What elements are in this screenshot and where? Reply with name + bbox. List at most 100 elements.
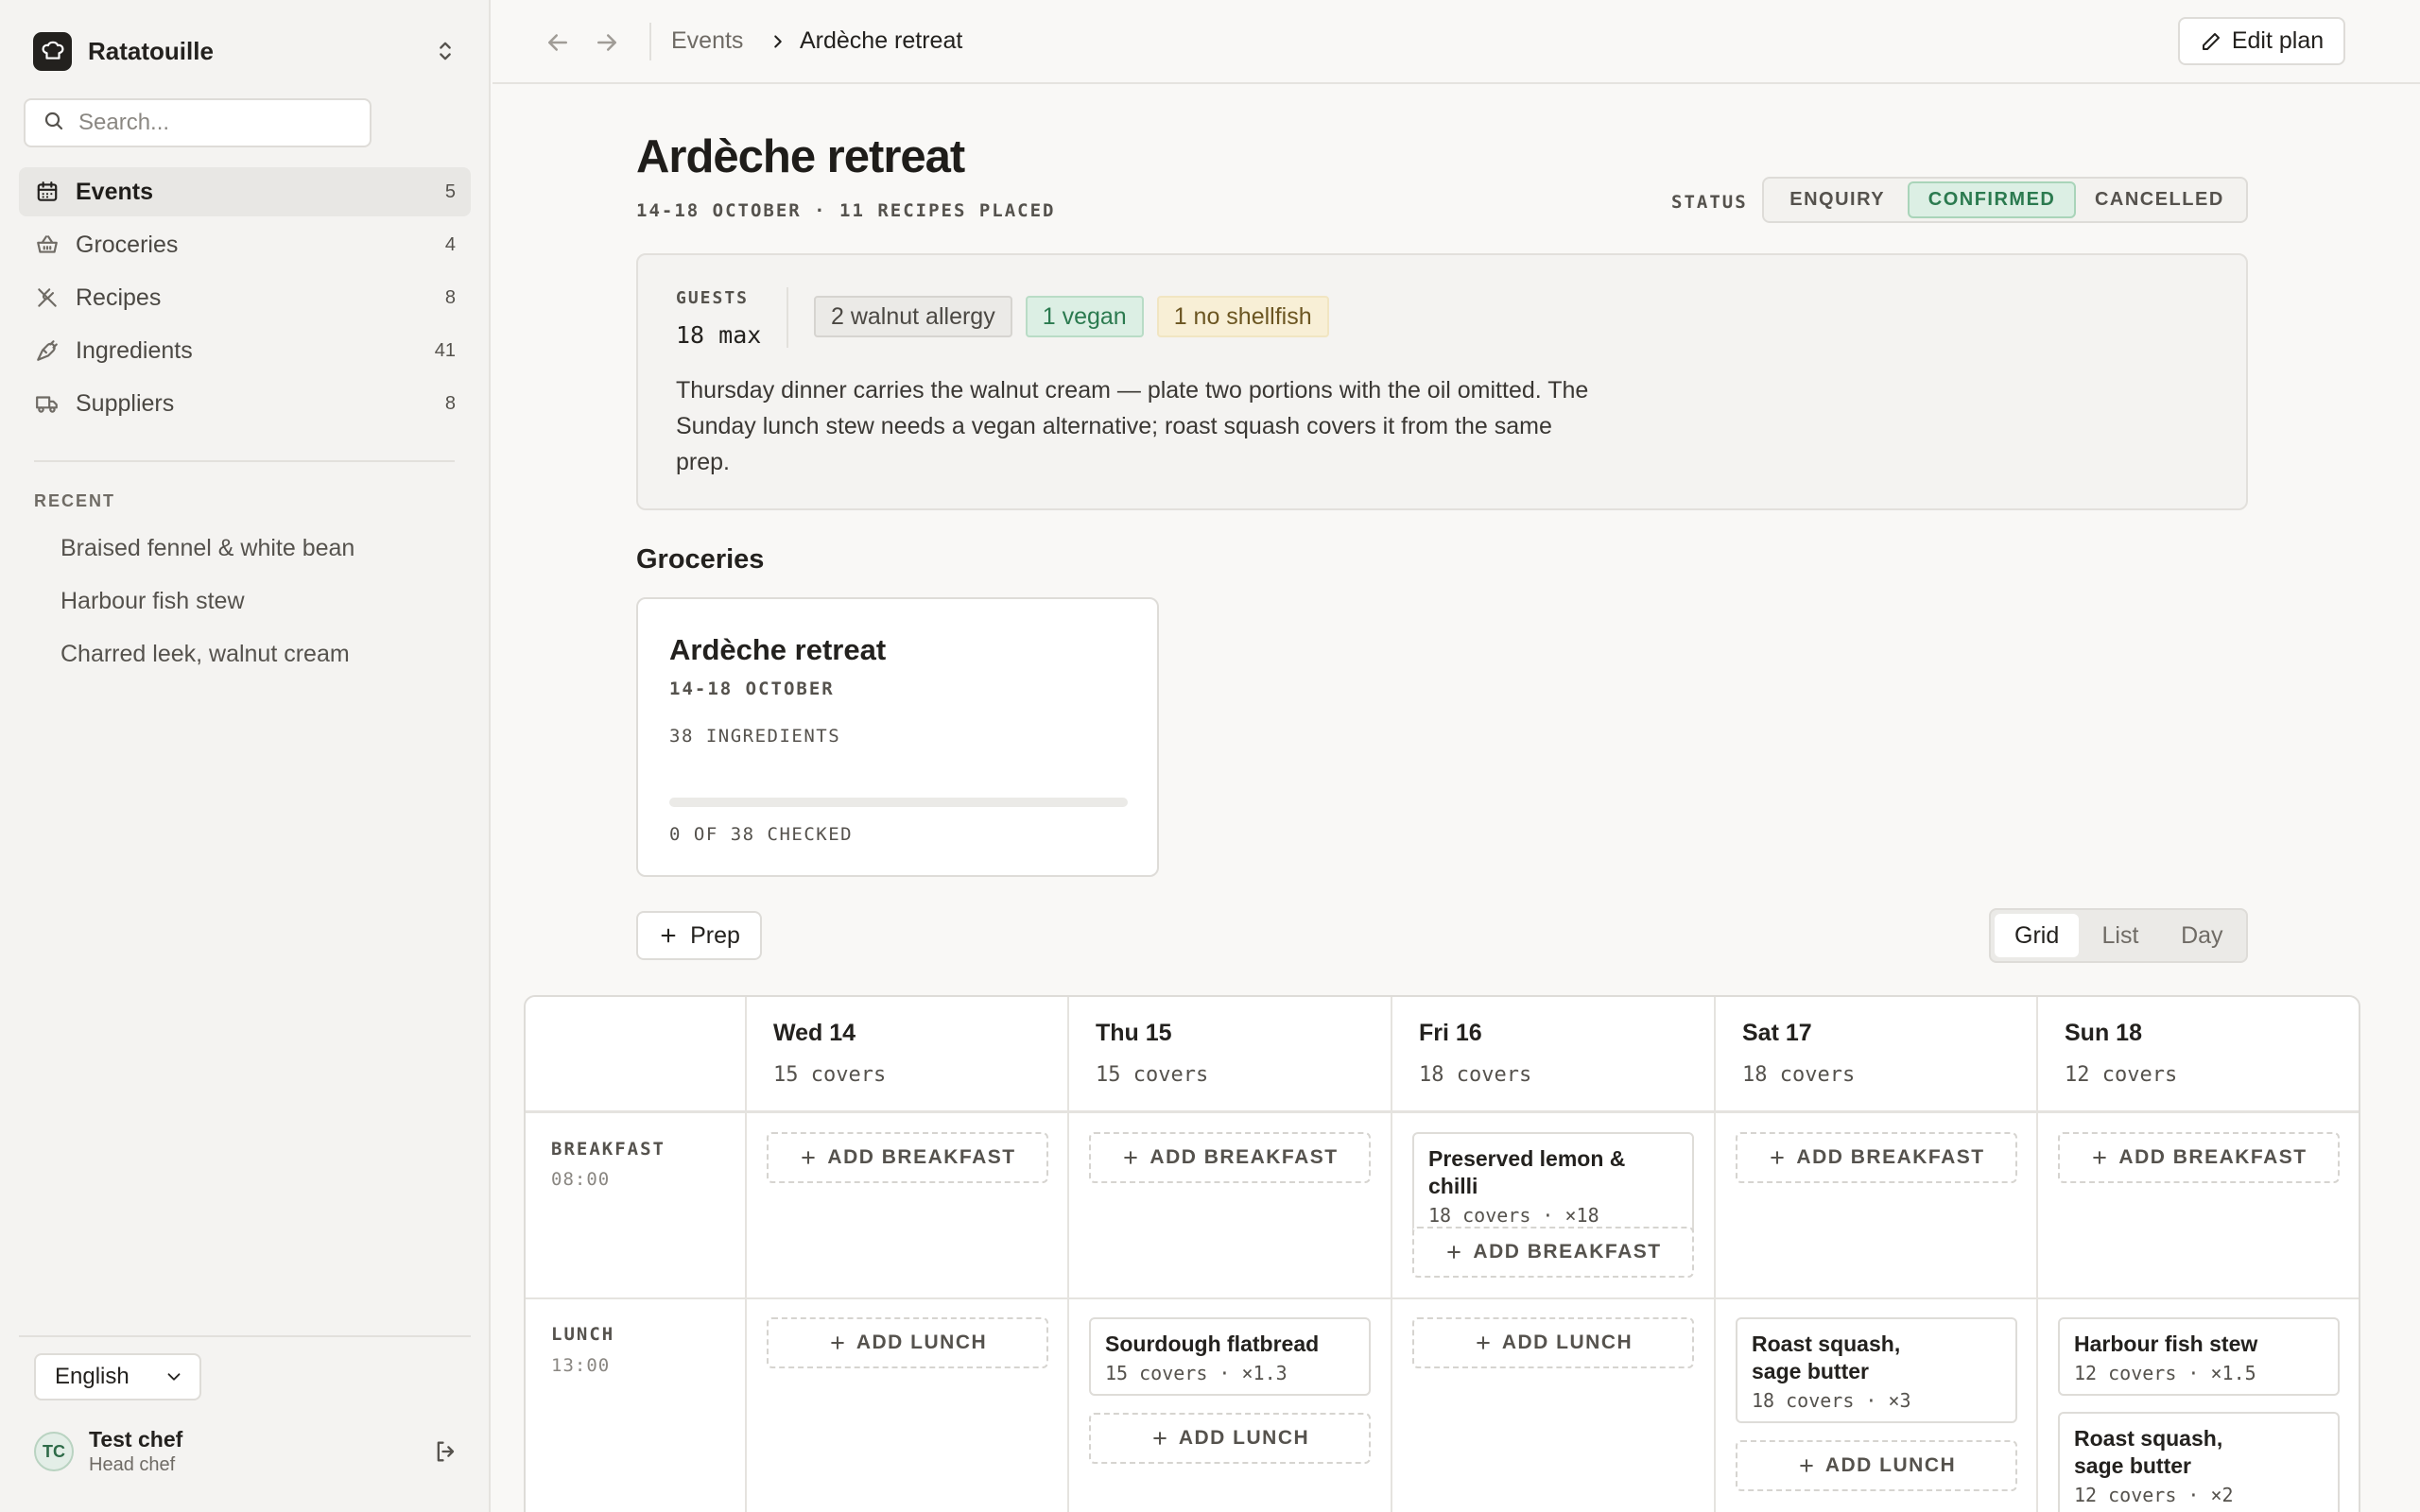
prep-label: Prep (690, 921, 740, 949)
plus-icon (1476, 1336, 1490, 1349)
recipe-name: Harbour fish stew (2074, 1332, 2258, 1356)
day-name: Sun 18 (2065, 1020, 2142, 1046)
chevrons-up-down-icon[interactable] (432, 38, 458, 64)
sidebar-item-recipes[interactable]: Recipes 8 (19, 273, 471, 322)
sidebar-item-count: 8 (444, 392, 456, 414)
add-breakfast-button[interactable]: ADD BREAKFAST (767, 1132, 1048, 1183)
add-label: ADD BREAKFAST (827, 1146, 1016, 1168)
recipe-card[interactable]: Harbour fish stew 12 covers · ×1.5 (2058, 1317, 2340, 1396)
page-title: Ardèche retreat (636, 131, 965, 182)
day-name: Fri 16 (1419, 1020, 1482, 1046)
grocery-list-card[interactable]: Ardèche retreat 14-18 OCTOBER 38 INGREDI… (636, 597, 1159, 877)
dietary-tags: 2 walnut allergy 1 vegan 1 no shellfish (814, 296, 1329, 337)
grid-line (745, 997, 747, 1512)
recipe-card[interactable]: Sourdough flatbread 15 covers · ×1.3 (1089, 1317, 1371, 1396)
sidebar-item-events[interactable]: Events 5 (19, 167, 471, 216)
view-grid[interactable]: Grid (1995, 914, 2080, 957)
basket-icon (34, 232, 60, 258)
recipe-name: Roast squash, sage butter (1752, 1332, 1901, 1383)
back-arrow-icon[interactable] (544, 28, 572, 57)
topbar-divider (649, 23, 651, 60)
plus-icon (2093, 1151, 2107, 1164)
user-profile: TC Test chef Head chef (34, 1425, 459, 1478)
day-covers: 15 covers (773, 1063, 887, 1087)
plus-icon (1152, 1432, 1167, 1445)
meal-name-lunch: LUNCH (551, 1324, 615, 1345)
status-label: STATUS (1671, 192, 1748, 213)
search-input[interactable] (78, 110, 362, 136)
recipe-card[interactable]: Preserved lemon & chilli 18 covers · ×18 (1412, 1132, 1694, 1238)
tag-no-shellfish: 1 no shellfish (1156, 296, 1329, 337)
logout-icon[interactable] (433, 1438, 459, 1465)
status-segmented-control: ENQUIRY CONFIRMED CANCELLED (1762, 177, 2248, 223)
breadcrumb-events[interactable]: Events (671, 27, 743, 55)
meal-name-breakfast: BREAKFAST (551, 1139, 666, 1160)
recipe-meta: 12 covers · ×1.5 (2074, 1362, 2256, 1384)
status-enquiry[interactable]: ENQUIRY (1767, 181, 1908, 218)
tag-vegan: 1 vegan (1025, 296, 1144, 337)
add-lunch-button[interactable]: ADD LUNCH (1089, 1413, 1371, 1464)
add-lunch-button[interactable]: ADD LUNCH (1412, 1317, 1694, 1368)
event-note: Thursday dinner carries the walnut cream… (676, 377, 1589, 475)
add-prep-button[interactable]: Prep (636, 911, 762, 960)
guests-card: GUESTS 18 max 2 walnut allergy 1 vegan 1… (636, 253, 2248, 510)
sidebar-item-count: 41 (434, 339, 456, 361)
add-breakfast-button[interactable]: ADD BREAKFAST (1412, 1227, 1694, 1278)
avatar: TC (34, 1432, 74, 1471)
day-covers: 15 covers (1096, 1063, 1209, 1087)
status-confirmed[interactable]: CONFIRMED (1908, 181, 2076, 218)
grocery-card-ingredients: 38 INGREDIENTS (669, 726, 841, 747)
sidebar-divider (19, 1335, 471, 1337)
plus-icon (1124, 1151, 1138, 1164)
sidebar-divider (34, 460, 455, 462)
add-breakfast-button[interactable]: ADD BREAKFAST (1089, 1132, 1371, 1183)
sidebar-item-groceries[interactable]: Groceries 4 (19, 220, 471, 269)
add-breakfast-button[interactable]: ADD BREAKFAST (1736, 1132, 2017, 1183)
add-lunch-button[interactable]: ADD LUNCH (1736, 1440, 2017, 1491)
carrot-icon (34, 337, 60, 364)
status-cancelled[interactable]: CANCELLED (2076, 181, 2243, 218)
truck-icon (34, 390, 60, 417)
app-name: Ratatouille (88, 36, 214, 65)
sidebar-nav: Events 5 Groceries 4 Recipes 8 Ingredien… (19, 167, 471, 432)
tag-walnut-allergy: 2 walnut allergy (814, 296, 1012, 337)
recipe-card[interactable]: Roast squash, sage butter 12 covers · ×2 (2058, 1412, 2340, 1512)
workspace-switcher[interactable]: Ratatouille (33, 31, 458, 71)
add-label: ADD LUNCH (1824, 1454, 1957, 1476)
sidebar: Ratatouille Events 5 Groceries 4 (0, 0, 491, 1512)
edit-plan-button[interactable]: Edit plan (2178, 17, 2345, 65)
add-label: ADD LUNCH (1178, 1427, 1310, 1449)
sidebar-item-suppliers[interactable]: Suppliers 8 (19, 379, 471, 428)
forward-arrow-icon[interactable] (593, 28, 621, 57)
plus-icon (661, 928, 676, 943)
utensils-icon (34, 284, 60, 311)
grid-line (1391, 997, 1392, 1512)
recipe-name: Roast squash, sage butter (2074, 1426, 2223, 1478)
sidebar-item-ingredients[interactable]: Ingredients 41 (19, 326, 471, 375)
recipe-meta: 18 covers · ×18 (1428, 1204, 1599, 1227)
language-select[interactable]: English (34, 1353, 201, 1400)
recipe-name: Preserved lemon & chilli (1428, 1146, 1626, 1198)
add-label: ADD BREAKFAST (1796, 1146, 1985, 1168)
recent-item[interactable]: Braised fennel & white bean (47, 522, 463, 575)
sidebar-item-label: Events (76, 178, 153, 205)
grocery-card-checked: 0 OF 38 CHECKED (669, 824, 854, 845)
recipe-name: Sourdough flatbread (1105, 1332, 1320, 1356)
recent-item[interactable]: Charred leek, walnut cream (47, 627, 463, 680)
view-list[interactable]: List (2079, 914, 2161, 957)
add-lunch-button[interactable]: ADD LUNCH (767, 1317, 1048, 1368)
recipe-card[interactable]: Roast squash, sage butter 18 covers · ×3 (1736, 1317, 2017, 1423)
sidebar-item-count: 4 (444, 233, 456, 255)
meal-time-lunch: 13:00 (551, 1355, 611, 1376)
edit-plan-label: Edit plan (2231, 27, 2325, 54)
chef-hat-icon (33, 31, 72, 71)
add-label: ADD BREAKFAST (1150, 1146, 1339, 1168)
grid-line (2036, 997, 2038, 1512)
day-covers: 12 covers (2065, 1063, 2178, 1087)
search-box[interactable] (24, 98, 372, 147)
add-breakfast-button[interactable]: ADD BREAKFAST (2058, 1132, 2340, 1183)
recent-item[interactable]: Harbour fish stew (47, 575, 463, 627)
view-day[interactable]: Day (2162, 914, 2242, 957)
guests-value: 18 max (676, 321, 762, 349)
grid-line (1714, 997, 1716, 1512)
